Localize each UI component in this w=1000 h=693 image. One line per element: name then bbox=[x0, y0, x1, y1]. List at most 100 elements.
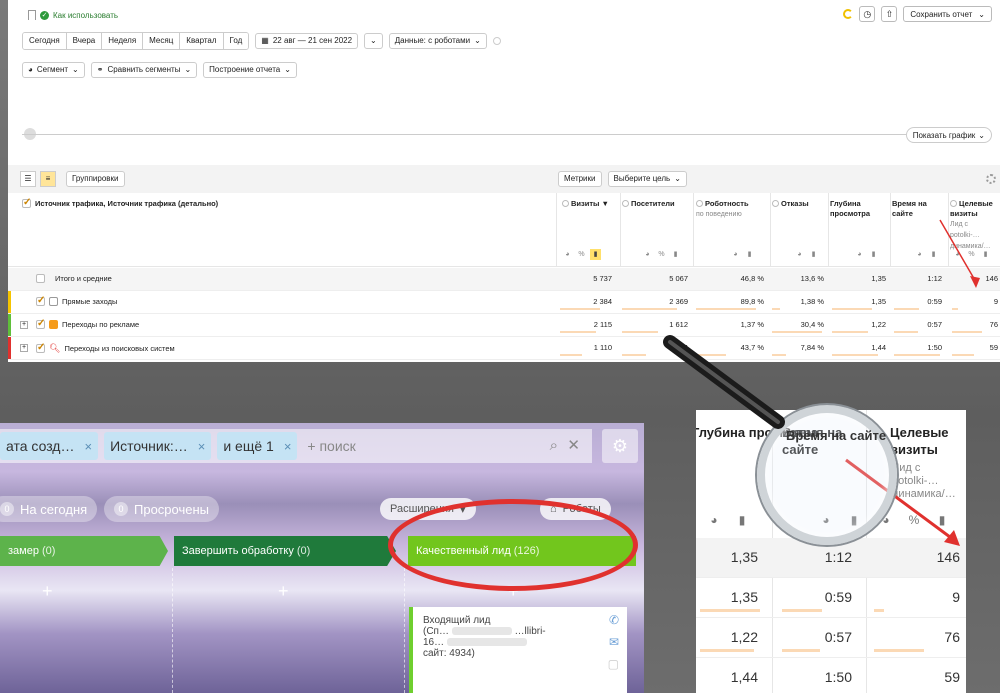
pie-chart-icon[interactable]: ◕ bbox=[794, 249, 805, 260]
period-quarter[interactable]: Квартал bbox=[179, 33, 223, 49]
pie-chart-icon[interactable]: ◕ bbox=[854, 249, 865, 260]
col-goal-sub: Лид с potolki-… динамика/… bbox=[950, 221, 991, 250]
col-bounces[interactable]: Отказы bbox=[772, 199, 809, 209]
stage-quality-lead[interactable]: Качественный лид (126) bbox=[408, 536, 636, 566]
mail-icon[interactable]: ✉ bbox=[609, 635, 619, 649]
chart-type-switch: ◕ ▮ bbox=[794, 249, 819, 260]
period-week[interactable]: Неделя bbox=[101, 33, 143, 49]
close-icon[interactable]: × bbox=[84, 439, 92, 454]
robots-button[interactable]: ⌂ Роботы bbox=[540, 498, 611, 520]
date-range-picker[interactable]: ▦ 22 авг — 21 сен 2022 bbox=[255, 33, 359, 49]
bar-chart-icon[interactable]: ▮ bbox=[590, 249, 601, 260]
clock-icon[interactable]: ◷ bbox=[859, 6, 876, 22]
chat-icon[interactable]: ▢ bbox=[608, 657, 619, 671]
build-report-dropdown[interactable]: Построение отчета ⌄ bbox=[203, 62, 297, 78]
overdue-filter[interactable]: 0 Просрочены bbox=[104, 496, 220, 522]
export-icon[interactable]: ⇧ bbox=[881, 6, 898, 22]
filter-chip[interactable]: и ещё 1 × bbox=[217, 432, 298, 460]
lens-time-label: Время на сайте bbox=[786, 428, 887, 443]
bar-chart-icon[interactable]: ▮ bbox=[744, 249, 755, 260]
bar-chart-icon[interactable]: ▮ bbox=[928, 249, 939, 260]
col-robots[interactable]: Роботность по поведению bbox=[696, 199, 749, 220]
data-mode-label: Данные: с роботами bbox=[394, 36, 471, 45]
help-link[interactable]: Как использовать bbox=[53, 11, 118, 20]
percent-icon[interactable]: % bbox=[656, 249, 667, 260]
search-icon[interactable]: ⌕ bbox=[550, 437, 558, 454]
row-checkbox[interactable] bbox=[36, 318, 45, 329]
settings-icon[interactable] bbox=[986, 174, 996, 184]
groupings-button[interactable]: Группировки bbox=[66, 171, 125, 187]
build-report-label: Построение отчета bbox=[209, 65, 281, 74]
col-goal[interactable]: Целевые визиты Лид с potolki-… динамика/… bbox=[950, 199, 998, 252]
list-view-icon[interactable]: ☰ bbox=[20, 171, 36, 187]
filter-chip[interactable]: Источник:… × bbox=[104, 432, 212, 460]
col-visits[interactable]: Визиты ▼ bbox=[562, 199, 609, 209]
row-checkbox[interactable] bbox=[36, 274, 45, 283]
deal-text: …llibri- bbox=[514, 626, 546, 637]
pie-chart-icon[interactable]: ◕ bbox=[952, 249, 963, 260]
stage-measure[interactable]: замер (0) bbox=[0, 536, 168, 566]
value-bar bbox=[894, 331, 918, 333]
pie-chart-icon[interactable]: ◕ bbox=[562, 249, 573, 260]
bar-chart-icon[interactable]: ▮ bbox=[980, 249, 991, 260]
pie-chart-icon[interactable]: ◕ bbox=[914, 249, 925, 260]
expand-icon[interactable]: + bbox=[20, 344, 28, 352]
row-color-marker bbox=[8, 314, 11, 336]
gear-icon[interactable]: ⚙ bbox=[602, 429, 638, 463]
period-today[interactable]: Сегодня bbox=[23, 33, 66, 49]
compare-segments-dropdown[interactable]: ⚭ Сравнить сегменты ⌄ bbox=[90, 62, 198, 78]
bar-chart-icon[interactable]: ▮ bbox=[670, 249, 681, 260]
row-checkbox[interactable] bbox=[36, 342, 45, 353]
add-deal-icon[interactable]: + bbox=[42, 581, 53, 602]
bar-chart-icon[interactable]: ▮ bbox=[808, 249, 819, 260]
chart-type-switch: ◕% ▮ bbox=[952, 249, 991, 260]
add-deal-icon[interactable]: + bbox=[278, 581, 289, 602]
show-graph-button[interactable]: Показать график ⌄ bbox=[905, 127, 992, 143]
close-icon[interactable]: × bbox=[284, 439, 292, 454]
period-month[interactable]: Месяц bbox=[142, 33, 180, 49]
data-mode-dropdown[interactable]: Данные: с роботами ⌄ bbox=[388, 33, 487, 49]
metrics-button[interactable]: Метрики bbox=[558, 171, 602, 187]
table-row[interactable]: + Переходы по рекламе 2 115 1 612 1,37 %… bbox=[8, 314, 1000, 337]
filter-chip-label: ата созд… bbox=[6, 438, 75, 454]
percent-icon[interactable]: % bbox=[576, 249, 587, 260]
col-depth[interactable]: Глубина просмотра bbox=[830, 199, 886, 219]
table-row-total[interactable]: Итого и средние 5 737 5 067 46,8 % 13,6 … bbox=[8, 268, 1000, 291]
add-deal-icon[interactable]: + bbox=[508, 581, 519, 602]
col-visitors[interactable]: Посетители bbox=[622, 199, 675, 209]
period-yesterday[interactable]: Вчера bbox=[65, 33, 102, 49]
segment-dropdown[interactable]: ◕ Сегмент ⌄ bbox=[22, 62, 85, 78]
select-all-checkbox[interactable] bbox=[22, 197, 31, 208]
crm-pipeline: ата созд… × Источник:… × и ещё 1 × + поиск … bbox=[0, 423, 644, 693]
bookmark-icon[interactable] bbox=[28, 10, 36, 20]
detail-dropdown[interactable]: ⌄ bbox=[364, 33, 383, 49]
clear-icon[interactable]: ✕ bbox=[567, 436, 580, 454]
period-year[interactable]: Год bbox=[222, 33, 249, 49]
info-icon[interactable] bbox=[492, 37, 501, 45]
search-input[interactable]: + поиск bbox=[307, 438, 355, 454]
col-time[interactable]: Время на сайте bbox=[892, 199, 946, 219]
pie-chart-icon[interactable]: ◕ bbox=[642, 249, 653, 260]
cell-visitors: 1 612 bbox=[669, 320, 688, 329]
extensions-button[interactable]: Расширения ▾ bbox=[380, 498, 476, 520]
close-icon[interactable]: × bbox=[198, 439, 206, 454]
row-checkbox[interactable] bbox=[36, 295, 45, 306]
stage-finish-processing[interactable]: Завершить обработку (0) bbox=[174, 536, 396, 566]
filter-chip[interactable]: ата созд… × bbox=[0, 432, 99, 460]
bar-chart-icon[interactable]: ▮ bbox=[868, 249, 879, 260]
table-row[interactable]: Прямые заходы 2 384 2 369 89,8 % 1,38 % … bbox=[8, 291, 1000, 314]
phone-icon[interactable]: ✆ bbox=[609, 613, 619, 627]
chart-type-switch: ◕ ▮ bbox=[854, 249, 879, 260]
expand-icon[interactable]: + bbox=[20, 321, 28, 329]
save-report-button[interactable]: Сохранить отчет ⌄ bbox=[903, 6, 992, 22]
select-goal-dropdown[interactable]: Выберите цель ⌄ bbox=[607, 171, 687, 187]
cell-goal: 76 bbox=[989, 320, 998, 329]
today-filter[interactable]: 0 На сегодня bbox=[0, 496, 98, 522]
table-row[interactable]: + 🔍︎Переходы из поисковых систем 1 110 1… bbox=[8, 337, 1000, 360]
check-circle-icon: ✓ bbox=[40, 10, 49, 20]
pie-chart-icon[interactable]: ◕ bbox=[730, 249, 741, 260]
tree-view-icon[interactable]: ≡ bbox=[40, 171, 56, 187]
percent-icon[interactable]: % bbox=[966, 249, 977, 260]
deal-card[interactable]: Входящий лид (Сп… …llibri- 16… сайт: 493… bbox=[409, 607, 627, 693]
row-label: Переходы по рекламе bbox=[62, 320, 140, 329]
